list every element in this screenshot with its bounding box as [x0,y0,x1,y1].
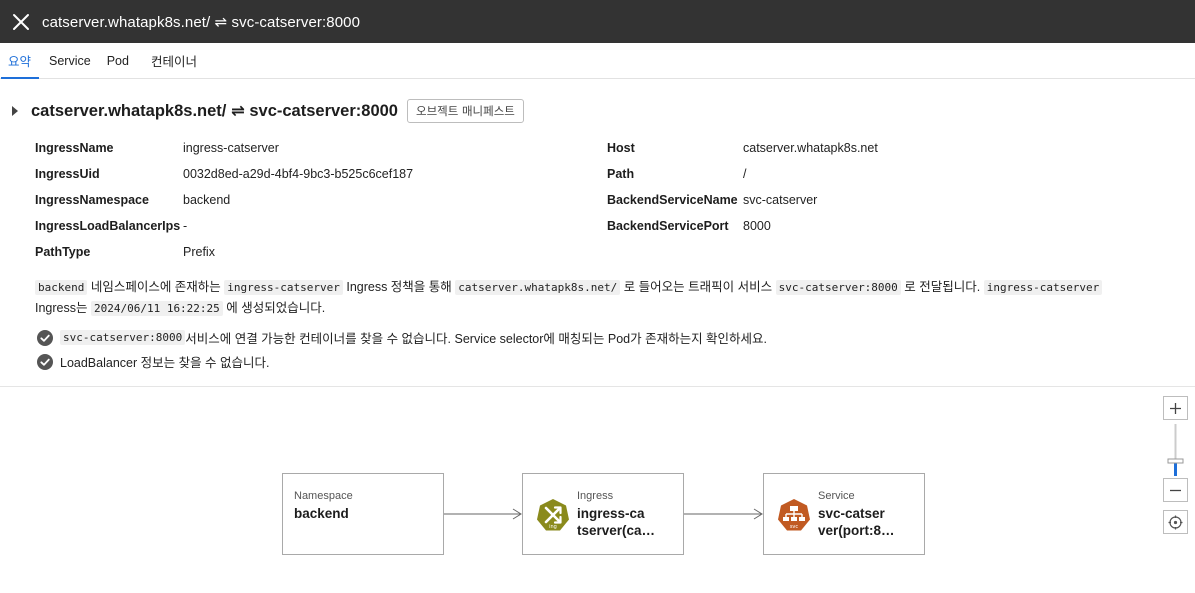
minus-icon [1170,489,1181,491]
zoom-in-button[interactable] [1163,396,1188,420]
node-name-line1: svc-catser [818,506,885,521]
node-name-line1: ingress-ca [577,506,645,521]
node-type: Ingress [577,490,614,502]
graph-node-ingress[interactable]: ing Ingress ingress-ca tserver(ca… [522,473,684,555]
zoom-controls [1163,396,1188,534]
plus-icon [1170,402,1181,414]
node-name-line2: ver(port:8… [818,523,895,538]
ingress-icon: ing [537,499,569,531]
node-name: backend [294,506,349,521]
fit-view-button[interactable] [1163,510,1188,534]
graph-node-namespace[interactable]: Namespace backend [282,473,444,555]
zoom-out-button[interactable] [1163,478,1188,502]
graph-node-service[interactable]: svc Service svc-catser ver(port:8… [763,473,925,555]
crosshair-icon [1168,515,1183,529]
ingress-icon-label: ing [549,524,557,530]
zoom-slider[interactable] [1163,420,1188,478]
zoom-slider-thumb [1167,458,1184,464]
node-type: Namespace [294,490,353,502]
service-icon-label: svc [790,524,799,530]
node-type: Service [818,490,855,502]
service-icon: svc [778,499,810,531]
zoom-slider-track [1167,424,1184,476]
node-name-line2: tserver(ca… [577,523,656,538]
